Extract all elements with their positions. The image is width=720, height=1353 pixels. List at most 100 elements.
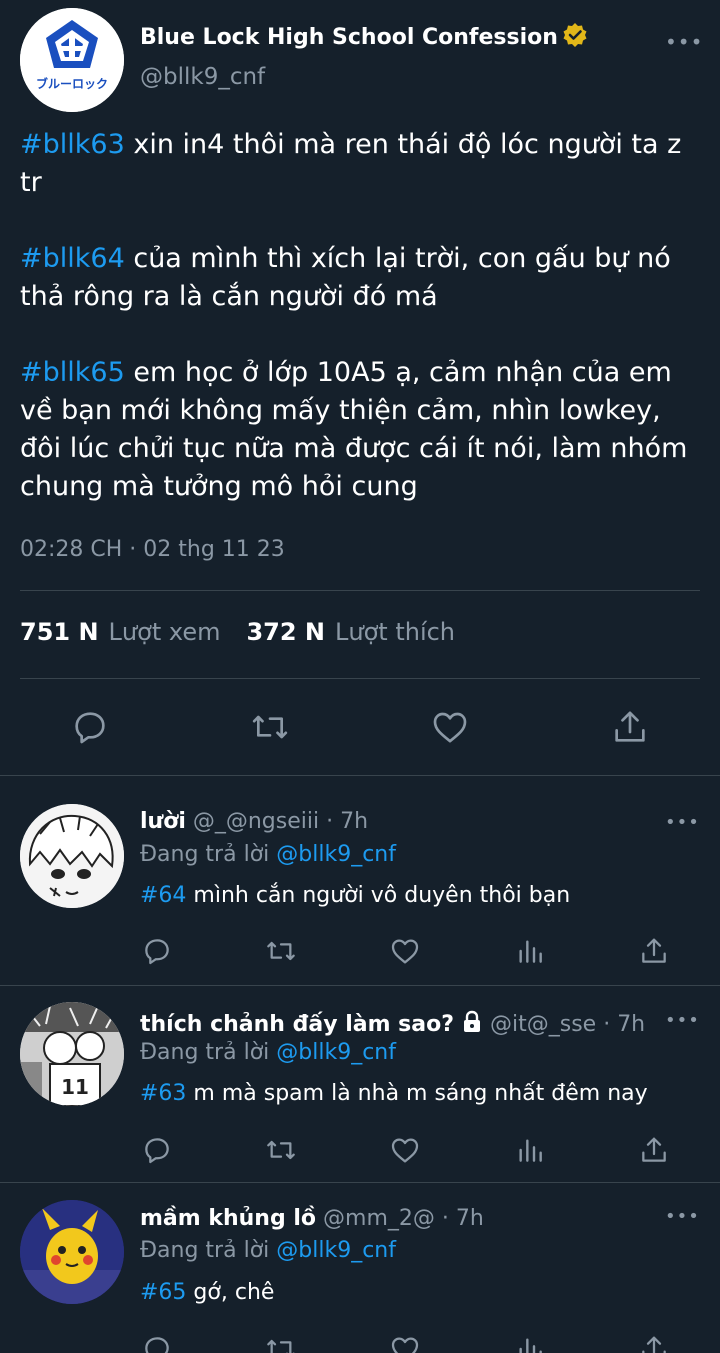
- share-button[interactable]: [638, 1333, 670, 1353]
- reply-avatar[interactable]: 11: [20, 1002, 124, 1106]
- tweet-paragraph: #bllk64 của mình thì xích lại trời, con …: [20, 240, 710, 316]
- divider: [20, 678, 700, 679]
- more-options-button[interactable]: •••: [665, 812, 700, 833]
- retweet-button[interactable]: [265, 935, 297, 967]
- tweet-timestamp[interactable]: 02:28 CH · 02 thg 11 23: [20, 537, 285, 562]
- blue-lock-logo-icon: ブルーロック: [20, 8, 124, 112]
- bar-chart-icon: [519, 1139, 542, 1162]
- reply-button[interactable]: [70, 707, 110, 747]
- like-button[interactable]: [389, 1333, 421, 1353]
- speech-bubble-icon: [145, 1337, 169, 1353]
- reply-author-handle[interactable]: @mm_2@: [323, 1206, 435, 1231]
- reply-tweet[interactable]: mầm khủng lồ @mm_2@ · 7h ••• Đang trả lờ…: [0, 1183, 720, 1353]
- share-button[interactable]: [610, 707, 650, 747]
- reply-author-name[interactable]: lười: [140, 809, 186, 834]
- author-name-text: Blue Lock High School Confession: [140, 25, 558, 50]
- hashtag-link[interactable]: #64: [140, 883, 186, 908]
- lock-icon: [461, 1010, 483, 1034]
- tweet-paragraph: #bllk65 em học ở lớp 10A5 ạ, cảm nhận củ…: [20, 354, 710, 506]
- replying-prefix: Đang trả lời: [140, 1040, 277, 1065]
- reply-header: mầm khủng lồ @mm_2@ · 7h: [140, 1206, 484, 1231]
- views-button[interactable]: [514, 1134, 546, 1166]
- reply-button[interactable]: [141, 1333, 173, 1353]
- retweet-icon: [267, 941, 295, 961]
- likes-count: 372 N: [246, 618, 326, 646]
- heart-icon: [433, 712, 467, 743]
- reply-time[interactable]: · 7h: [326, 809, 368, 834]
- reply-author-handle[interactable]: @_@ngseiii: [193, 809, 319, 834]
- reply-avatar[interactable]: [20, 1200, 124, 1304]
- like-button[interactable]: [430, 707, 470, 747]
- like-button[interactable]: [389, 935, 421, 967]
- replying-to-handle[interactable]: @bllk9_cnf: [276, 1040, 396, 1065]
- heart-icon: [391, 939, 419, 964]
- share-button[interactable]: [638, 935, 670, 967]
- reply-author-name[interactable]: thích chảnh đấy làm sao?: [140, 1012, 454, 1037]
- heart-icon: [391, 1337, 419, 1353]
- reply-button[interactable]: [141, 1134, 173, 1166]
- retweet-button[interactable]: [265, 1333, 297, 1353]
- replying-to-handle[interactable]: @bllk9_cnf: [276, 842, 396, 867]
- more-options-button[interactable]: •••: [665, 1010, 700, 1031]
- share-icon: [615, 711, 645, 742]
- retweet-icon: [267, 1140, 295, 1160]
- likes-label: Lượt thích: [335, 618, 456, 646]
- replying-to-handle[interactable]: @bllk9_cnf: [276, 1238, 396, 1263]
- views-stat[interactable]: 751 N Lượt xem: [20, 618, 220, 646]
- replying-prefix: Đang trả lời: [140, 1238, 277, 1263]
- author-name[interactable]: Blue Lock High School Confession: [140, 22, 588, 50]
- hashtag-link[interactable]: #bllk65: [20, 357, 125, 388]
- reply-body: m mà spam là nhà m sáng nhất đêm nay: [186, 1081, 648, 1106]
- reply-text: #63 m mà spam là nhà m sáng nhất đêm nay: [140, 1081, 648, 1106]
- reply-time[interactable]: · 7h: [603, 1012, 645, 1037]
- more-options-button[interactable]: •••: [665, 1206, 700, 1227]
- speech-bubble-icon: [145, 939, 169, 965]
- tweet-body: #bllk63 xin in4 thôi mà ren thái độ lóc …: [20, 126, 710, 506]
- reply-body: mình cắn người vô duyên thôi bạn: [186, 883, 571, 908]
- replying-prefix: Đang trả lời: [140, 842, 277, 867]
- speech-bubble-icon: [145, 1138, 169, 1164]
- reply-body: gớ, chê: [186, 1280, 275, 1305]
- views-button[interactable]: [514, 1333, 546, 1353]
- hashtag-link[interactable]: #bllk64: [20, 243, 125, 274]
- svg-text:11: 11: [61, 1075, 89, 1099]
- reply-time[interactable]: · 7h: [442, 1206, 484, 1231]
- likes-stat[interactable]: 372 N Lượt thích: [246, 618, 455, 646]
- retweet-icon: [252, 715, 288, 739]
- reply-header: lười @_@ngseiii · 7h: [140, 809, 368, 834]
- replying-to: Đang trả lời @bllk9_cnf: [140, 1238, 396, 1263]
- reply-author-name[interactable]: mầm khủng lồ: [140, 1206, 316, 1231]
- views-label: Lượt xem: [108, 618, 221, 646]
- retweet-button[interactable]: [265, 1134, 297, 1166]
- author-handle[interactable]: @bllk9_cnf: [140, 64, 265, 90]
- tweet-stats: 751 N Lượt xem 372 N Lượt thích: [20, 618, 455, 646]
- share-icon: [642, 1336, 666, 1353]
- heart-icon: [391, 1138, 419, 1163]
- hashtag-link[interactable]: #bllk63: [20, 129, 125, 160]
- reply-button[interactable]: [141, 935, 173, 967]
- views-button[interactable]: [514, 935, 546, 967]
- more-options-button[interactable]: •••: [665, 30, 703, 54]
- hashtag-link[interactable]: #63: [140, 1081, 186, 1106]
- views-count: 751 N: [20, 618, 99, 646]
- bar-chart-icon: [519, 940, 542, 963]
- retweet-button[interactable]: [250, 707, 290, 747]
- manga-avatar-icon: 11: [20, 1002, 124, 1106]
- anime-avatar-icon: [20, 804, 124, 908]
- share-icon: [642, 938, 666, 963]
- reply-avatar[interactable]: [20, 804, 124, 908]
- author-avatar[interactable]: ブルーロック: [20, 8, 124, 112]
- pikachu-avatar-icon: [20, 1200, 124, 1304]
- hashtag-link[interactable]: #65: [140, 1280, 186, 1305]
- reply-text: #65 gớ, chê: [140, 1280, 274, 1305]
- retweet-icon: [267, 1339, 295, 1353]
- reply-tweet[interactable]: lười @_@ngseiii · 7h ••• Đang trả lời @b…: [0, 776, 720, 985]
- reply-tweet[interactable]: 11 thích chảnh đấy làm sao? @it@_sse · 7…: [0, 986, 720, 1182]
- reply-author-handle[interactable]: @it@_sse: [490, 1012, 596, 1037]
- replying-to: Đang trả lời @bllk9_cnf: [140, 842, 396, 867]
- reply-text: #64 mình cắn người vô duyên thôi bạn: [140, 883, 570, 908]
- replying-to: Đang trả lời @bllk9_cnf: [140, 1040, 396, 1065]
- share-button[interactable]: [638, 1134, 670, 1166]
- like-button[interactable]: [389, 1134, 421, 1166]
- verified-badge-icon: [562, 22, 588, 48]
